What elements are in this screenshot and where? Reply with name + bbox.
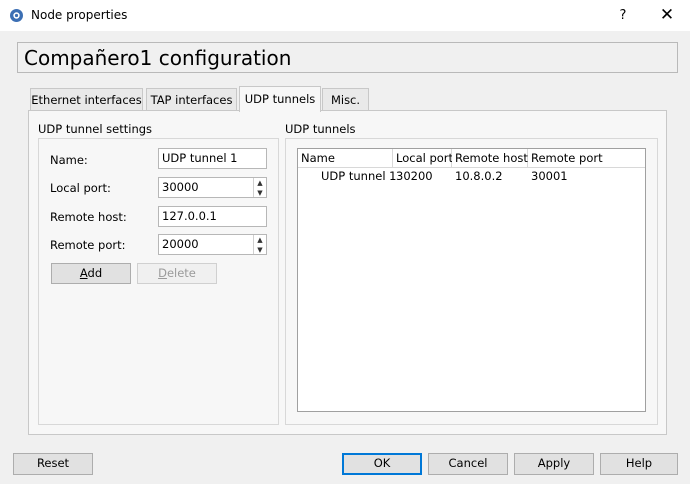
remote-port-stepper[interactable]: ▲ ▼ [253,235,266,254]
cell-name: UDP tunnel 1 [321,169,397,183]
delete-mnemonic: D [158,266,167,280]
tab-udp-tunnels[interactable]: UDP tunnels [239,86,321,112]
column-header-name[interactable]: Name [298,149,393,168]
name-field[interactable]: UDP tunnel 1 [158,148,267,169]
reset-button[interactable]: Reset [13,453,93,475]
add-label-rest: dd [87,266,103,280]
cell-remote-host: 10.8.0.2 [455,169,503,183]
local-port-stepper[interactable]: ▲ ▼ [253,178,266,197]
column-header-local-port[interactable]: Local port [393,149,453,168]
delete-label-rest: elete [166,266,196,280]
ok-button[interactable]: OK [342,453,422,475]
window-title: Node properties [31,8,128,22]
cell-remote-port: 30001 [531,169,568,183]
tunnels-group-title: UDP tunnels [285,122,356,136]
help-icon[interactable]: ? [608,5,638,27]
local-port-label: Local port: [50,181,111,195]
tab-ethernet-interfaces[interactable]: Ethernet interfaces [30,88,143,110]
settings-group-title: UDP tunnel settings [38,122,153,136]
remote-host-label: Remote host: [50,210,127,224]
spin-down-icon[interactable]: ▼ [254,188,266,198]
remote-port-value: 20000 [162,237,199,251]
remote-port-spinbox[interactable]: 20000 [158,234,267,255]
cell-local-port: 30200 [396,169,433,183]
add-button[interactable]: Add [51,263,131,284]
spin-up-icon[interactable]: ▲ [254,235,266,245]
local-port-value: 30000 [162,180,199,194]
tab-misc[interactable]: Misc. [322,88,369,110]
name-label: Name: [50,153,88,167]
add-mnemonic: A [79,266,88,280]
app-icon [9,8,24,23]
help-button[interactable]: Help [600,453,678,475]
apply-button[interactable]: Apply [514,453,594,475]
column-header-remote-port[interactable]: Remote port [528,149,645,168]
spin-up-icon[interactable]: ▲ [254,178,266,188]
local-port-spinbox[interactable]: 30000 [158,177,267,198]
page-title: Compañero1 configuration [24,46,292,70]
remote-host-field[interactable]: 127.0.0.1 [158,206,267,227]
delete-button[interactable]: Delete [137,263,217,284]
cancel-button[interactable]: Cancel [428,453,508,475]
tab-tap-interfaces[interactable]: TAP interfaces [146,88,237,110]
spin-down-icon[interactable]: ▼ [254,245,266,255]
remote-port-label: Remote port: [50,238,126,252]
close-icon[interactable]: ✕ [652,4,682,26]
udp-tunnels-table[interactable]: Name Local port Remote host Remote port … [297,148,646,412]
table-row[interactable]: UDP tunnel 1 30200 10.8.0.2 30001 [298,168,645,185]
column-header-remote-host[interactable]: Remote host [452,149,528,168]
